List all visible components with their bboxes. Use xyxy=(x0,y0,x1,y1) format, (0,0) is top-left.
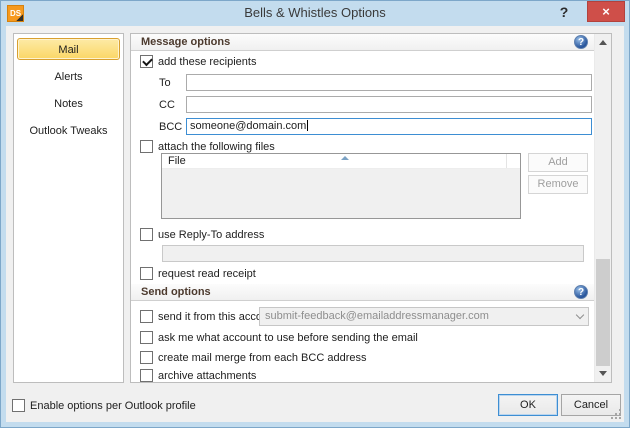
attachments-list[interactable]: File xyxy=(161,153,521,219)
scrollbar-thumb[interactable] xyxy=(596,259,610,366)
send-options-title: Send options xyxy=(141,286,211,298)
ask-account-checkbox[interactable] xyxy=(140,331,153,344)
scrollbar[interactable] xyxy=(594,34,611,382)
archive-attachments-checkbox[interactable] xyxy=(140,369,153,382)
mail-merge-row: create mail merge from each BCC address xyxy=(140,351,366,364)
reply-to-row: use Reply-To address xyxy=(140,228,264,241)
reply-to-checkbox[interactable] xyxy=(140,228,153,241)
options-content: Message options ? add these recipients T… xyxy=(131,34,594,382)
read-receipt-row: request read receipt xyxy=(140,267,256,280)
send-from-account-row: send it from this account xyxy=(140,310,277,323)
cc-input[interactable] xyxy=(186,96,592,113)
attach-files-label[interactable]: attach the following files xyxy=(158,141,275,153)
options-dialog: DS Bells & Whistles Options ? × Mail Ale… xyxy=(0,0,630,428)
close-button[interactable]: × xyxy=(587,1,625,22)
scroll-down-button[interactable] xyxy=(595,365,612,382)
send-from-account-checkbox[interactable] xyxy=(140,310,153,323)
add-recipients-checkbox[interactable] xyxy=(140,55,153,68)
column-divider xyxy=(506,154,507,168)
attach-files-checkbox[interactable] xyxy=(140,140,153,153)
archive-attachments-label[interactable]: archive attachments xyxy=(158,370,256,382)
account-dropdown[interactable]: submit-feedback@emailaddressmanager.com xyxy=(259,307,589,326)
bcc-input[interactable]: someone@domain.com xyxy=(186,118,592,135)
file-column-label: File xyxy=(168,155,186,167)
ok-button[interactable]: OK xyxy=(498,394,558,416)
bcc-label: BCC xyxy=(159,120,183,133)
titlebar-help-button[interactable]: ? xyxy=(556,4,572,20)
sort-ascending-icon xyxy=(341,156,349,160)
options-panel: Message options ? add these recipients T… xyxy=(130,33,612,383)
archive-attachments-row: archive attachments xyxy=(140,369,256,382)
add-recipients-label[interactable]: add these recipients xyxy=(158,56,256,68)
profile-option-row: Enable options per Outlook profile xyxy=(12,399,196,412)
send-options-header: Send options ? xyxy=(131,284,594,301)
reply-to-label[interactable]: use Reply-To address xyxy=(158,229,264,241)
category-sidebar: Mail Alerts Notes Outlook Tweaks xyxy=(13,33,124,383)
to-label: To xyxy=(159,76,171,89)
add-recipients-row: add these recipients xyxy=(140,55,256,68)
sidebar-item-outlook-tweaks[interactable]: Outlook Tweaks xyxy=(17,119,120,141)
chevron-down-icon xyxy=(575,310,585,320)
window-title: Bells & Whistles Options xyxy=(244,5,386,20)
account-dropdown-value: submit-feedback@emailaddressmanager.com xyxy=(265,310,489,322)
bcc-field-row: BCC someone@domain.com xyxy=(159,118,592,135)
ask-account-row: ask me what account to use before sendin… xyxy=(140,331,418,344)
file-column-header[interactable]: File xyxy=(162,154,520,169)
mail-merge-label[interactable]: create mail merge from each BCC address xyxy=(158,352,366,364)
reply-to-input[interactable] xyxy=(162,245,584,262)
ask-account-label[interactable]: ask me what account to use before sendin… xyxy=(158,332,418,344)
read-receipt-checkbox[interactable] xyxy=(140,267,153,280)
help-icon[interactable]: ? xyxy=(574,285,588,299)
to-field-row: To xyxy=(159,74,592,91)
profile-option-checkbox[interactable] xyxy=(12,399,25,412)
sidebar-item-alerts[interactable]: Alerts xyxy=(17,65,120,87)
message-options-title: Message options xyxy=(141,36,231,48)
bcc-value: someone@domain.com xyxy=(190,120,307,132)
text-cursor xyxy=(307,120,309,131)
help-icon[interactable]: ? xyxy=(574,35,588,49)
dialog-client-area: Mail Alerts Notes Outlook Tweaks Message… xyxy=(6,26,624,422)
read-receipt-label[interactable]: request read receipt xyxy=(158,268,256,280)
message-options-header: Message options ? xyxy=(131,34,594,51)
resize-grip[interactable] xyxy=(611,409,621,419)
remove-button[interactable]: Remove xyxy=(528,175,588,194)
cc-field-row: CC xyxy=(159,96,592,113)
sidebar-item-notes[interactable]: Notes xyxy=(17,92,120,114)
close-icon: × xyxy=(602,4,610,19)
add-button[interactable]: Add xyxy=(528,153,588,172)
mail-merge-checkbox[interactable] xyxy=(140,351,153,364)
sidebar-item-mail[interactable]: Mail xyxy=(17,38,120,60)
titlebar[interactable]: DS Bells & Whistles Options ? × xyxy=(1,1,629,26)
profile-option-label[interactable]: Enable options per Outlook profile xyxy=(30,400,196,412)
scroll-up-button[interactable] xyxy=(595,34,612,51)
cc-label: CC xyxy=(159,98,175,111)
attach-files-row: attach the following files xyxy=(140,140,275,153)
to-input[interactable] xyxy=(186,74,592,91)
